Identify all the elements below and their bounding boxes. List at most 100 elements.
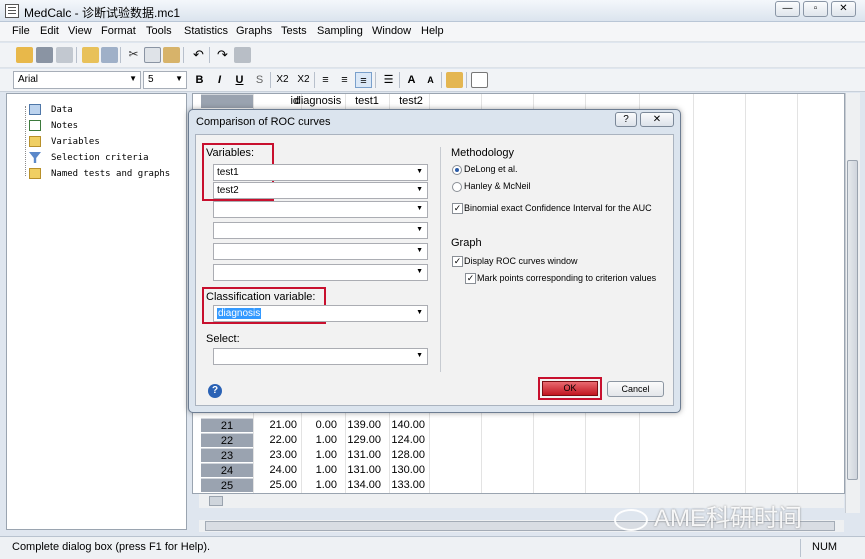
dialog-body: Variables: test1 ▼ test2 ▼ ▼ ▼ ▼ ▼ Class… <box>195 134 674 406</box>
folder-icon <box>29 136 41 147</box>
table-cell[interactable]: 1.00 <box>289 478 337 492</box>
table-cell[interactable]: 1.00 <box>289 448 337 462</box>
italic-button[interactable]: I <box>211 72 228 88</box>
paste-icon[interactable] <box>163 47 180 63</box>
display-roc-label: Display ROC curves window <box>464 256 578 266</box>
bullet-list-icon[interactable]: ☰ <box>380 72 397 88</box>
bold-button[interactable]: B <box>191 72 208 88</box>
menu-window[interactable]: Window <box>372 25 411 37</box>
grid-line <box>693 94 694 493</box>
variable-select-2[interactable]: test2 ▼ <box>213 182 428 199</box>
subscript-button[interactable]: X2 <box>274 72 291 88</box>
tools-icon[interactable] <box>234 47 251 63</box>
variable-select-1[interactable]: test1 ▼ <box>213 164 428 181</box>
table-cell[interactable]: 1.00 <box>289 463 337 477</box>
row-header[interactable]: 21 <box>201 418 253 432</box>
hanley-radio[interactable] <box>452 182 462 192</box>
print-icon[interactable] <box>56 47 73 63</box>
menu-tests[interactable]: Tests <box>281 25 307 37</box>
toolbar-separator <box>399 72 400 88</box>
binomial-ci-checkbox[interactable]: ✓ <box>452 203 463 214</box>
save-icon[interactable] <box>36 47 53 63</box>
column-divider <box>440 147 441 372</box>
grow-font-icon[interactable]: A <box>403 72 420 88</box>
copy-icon[interactable] <box>144 47 161 63</box>
notes-icon <box>29 120 41 131</box>
horizontal-scroll-thumb[interactable] <box>209 496 223 506</box>
dialog-close-button[interactable]: ✕ <box>640 112 674 127</box>
watermark: AME科研时间 <box>614 498 802 533</box>
align-center-icon[interactable]: ≡ <box>336 72 353 88</box>
row-header[interactable]: 25 <box>201 478 253 492</box>
shrink-font-icon[interactable]: A <box>422 72 439 88</box>
column-header-diagnosis[interactable]: diagnosis <box>293 94 343 108</box>
menu-sampling[interactable]: Sampling <box>317 25 363 37</box>
vertical-scroll-thumb[interactable] <box>847 160 858 480</box>
table-cell[interactable]: 129.00 <box>333 433 381 447</box>
close-button[interactable]: ✕ <box>831 1 856 17</box>
cancel-button[interactable]: Cancel <box>607 381 664 397</box>
column-header-test1[interactable]: test1 <box>345 94 389 108</box>
table-cell[interactable]: 131.00 <box>333 463 381 477</box>
help-icon[interactable]: ? <box>208 384 222 398</box>
column-header-test2[interactable]: test2 <box>389 94 433 108</box>
row-header[interactable]: 23 <box>201 448 253 462</box>
font-combo[interactable]: Arial ▼ <box>13 71 141 89</box>
watermark-text: AME科研时间 <box>654 505 803 532</box>
menu-statistics[interactable]: Statistics <box>184 25 228 37</box>
menu-view[interactable]: View <box>68 25 92 37</box>
spreadsheet-icon[interactable] <box>101 47 118 63</box>
table-cell[interactable]: 131.00 <box>333 448 381 462</box>
menu-graphs[interactable]: Graphs <box>236 25 272 37</box>
table-cell[interactable]: 133.00 <box>377 478 425 492</box>
variable-select-5[interactable]: ▼ <box>213 243 428 260</box>
redo-icon[interactable]: ↷ <box>214 47 231 63</box>
menu-help[interactable]: Help <box>421 25 444 37</box>
table-cell[interactable]: 128.00 <box>377 448 425 462</box>
superscript-button[interactable]: X2 <box>295 72 312 88</box>
mark-points-checkbox[interactable]: ✓ <box>465 273 476 284</box>
menu-file[interactable]: File <box>12 25 30 37</box>
chevron-down-icon: ▼ <box>416 205 423 212</box>
table-cell[interactable]: 134.00 <box>333 478 381 492</box>
variable-select-4[interactable]: ▼ <box>213 222 428 239</box>
variable-select-3[interactable]: ▼ <box>213 201 428 218</box>
chart-icon[interactable] <box>471 72 488 88</box>
dialog-help-button[interactable]: ? <box>615 112 637 127</box>
table-cell[interactable]: 139.00 <box>333 418 381 432</box>
delong-radio[interactable] <box>452 165 462 175</box>
open-folder-icon[interactable] <box>16 47 33 63</box>
align-left-icon[interactable]: ≡ <box>317 72 334 88</box>
menu-tools[interactable]: Tools <box>146 25 172 37</box>
display-roc-checkbox[interactable]: ✓ <box>452 256 463 267</box>
grid-line <box>745 94 746 493</box>
strike-button[interactable]: S <box>251 72 268 88</box>
roc-comparison-dialog: Comparison of ROC curves ? ✕ Variables: … <box>188 109 681 413</box>
classification-select[interactable]: diagnosis ▼ <box>213 305 428 322</box>
select-filter-select[interactable]: ▼ <box>213 348 428 365</box>
align-right-icon[interactable]: ≡ <box>355 72 372 88</box>
select-label: Select: <box>206 333 240 345</box>
cut-icon[interactable]: ✂ <box>125 47 142 63</box>
underline-button[interactable]: U <box>231 72 248 88</box>
image-icon[interactable] <box>446 72 463 88</box>
menu-format[interactable]: Format <box>101 25 136 37</box>
folder-icon[interactable] <box>82 47 99 63</box>
undo-icon[interactable]: ↶ <box>190 47 207 63</box>
toolbar-separator <box>209 47 210 63</box>
toolbar-separator <box>314 72 315 88</box>
table-cell[interactable]: 140.00 <box>377 418 425 432</box>
variable-select-6[interactable]: ▼ <box>213 264 428 281</box>
menu-edit[interactable]: Edit <box>40 25 59 37</box>
size-combo[interactable]: 5 ▼ <box>143 71 187 89</box>
chevron-down-icon: ▼ <box>416 168 423 175</box>
restore-button[interactable]: ▫ <box>803 1 828 17</box>
table-cell[interactable]: 1.00 <box>289 433 337 447</box>
table-cell[interactable]: 130.00 <box>377 463 425 477</box>
row-header[interactable]: 24 <box>201 463 253 477</box>
ok-button[interactable]: OK <box>542 381 598 396</box>
table-cell[interactable]: 124.00 <box>377 433 425 447</box>
table-cell[interactable]: 0.00 <box>289 418 337 432</box>
minimize-button[interactable]: — <box>775 1 800 17</box>
row-header[interactable]: 22 <box>201 433 253 447</box>
